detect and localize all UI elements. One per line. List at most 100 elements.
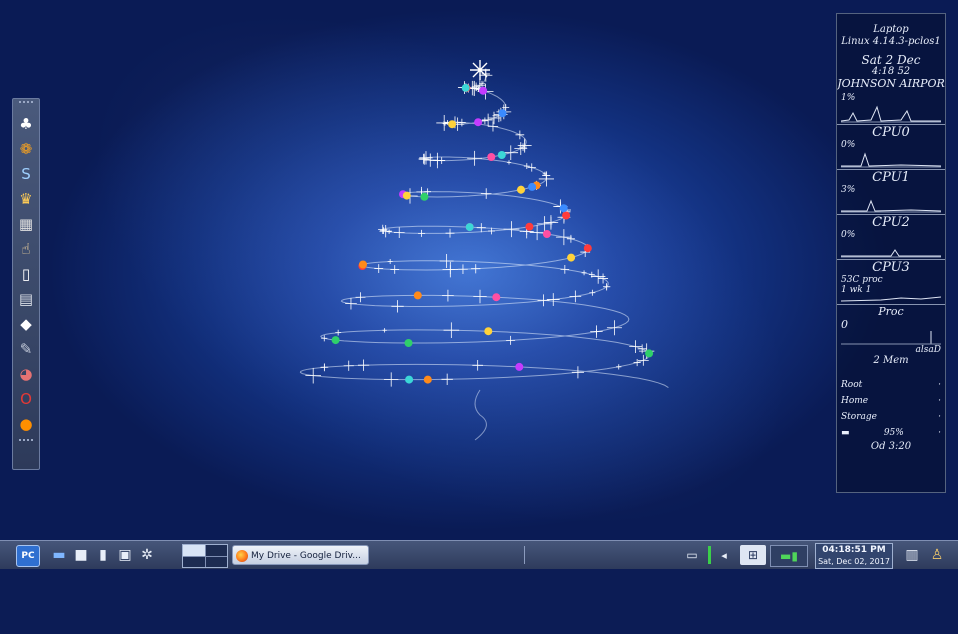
clipboard-icon[interactable]: ▤ — [16, 289, 36, 309]
ornament — [420, 192, 429, 201]
window-icon[interactable]: ▣ — [116, 545, 134, 565]
sparkle — [305, 367, 322, 384]
bomb-app-icon[interactable]: ❁ — [16, 139, 36, 159]
mem-title: Mem — [882, 355, 909, 366]
battery-icon: ▬ — [841, 428, 850, 438]
cpu-total-graph — [841, 105, 941, 123]
application-dock: ♣ ❁ S ♛ ▦ ☝ ▯ ▤ ◆ ✎ ◕ O ● — [12, 98, 40, 470]
sparkle — [616, 364, 622, 370]
k-menu-button[interactable]: PC — [16, 545, 40, 567]
conky-uptime: Od 3:20 — [870, 441, 912, 452]
cpu2-graph — [841, 249, 941, 258]
sparkle — [503, 221, 520, 238]
ornament — [562, 211, 571, 220]
sparkle — [606, 320, 622, 336]
ornament — [645, 349, 654, 358]
cpu2-value: 0% — [841, 230, 856, 240]
terminal-icon[interactable]: ■ — [72, 545, 90, 565]
sparkle — [320, 363, 329, 372]
sparkle — [537, 294, 550, 307]
desktop-pager[interactable] — [182, 544, 228, 568]
sparkle — [442, 261, 459, 278]
sparkle — [503, 145, 519, 160]
sparkle — [598, 273, 609, 284]
ornament — [465, 223, 474, 232]
taskbar: PC ▬ ■ ▮ ▣ ✲ My Drive - Google Driv... ▭ ◂ ⊞… — [0, 540, 958, 569]
cpu1-graph — [841, 199, 941, 213]
sparkle — [357, 359, 370, 371]
inkscape-icon[interactable]: ◆ — [16, 314, 36, 334]
sparkle — [476, 223, 486, 233]
mem-pre: 2 — [873, 355, 880, 366]
cpu3-title: CPU3 — [837, 259, 945, 275]
sparkle — [506, 335, 516, 345]
proc-graph — [841, 331, 941, 345]
taskbar-task-google-drive[interactable]: My Drive - Google Driv... — [232, 545, 369, 565]
sparkle — [441, 120, 447, 126]
sparkle — [555, 229, 572, 246]
clock-date: Sat, Dec 02, 2017 — [818, 557, 890, 566]
sparkle — [571, 366, 584, 379]
sparkle — [487, 111, 501, 125]
sparkle — [441, 373, 453, 386]
disk-home: Home — [841, 396, 869, 406]
sparkle — [384, 372, 399, 387]
sparkle — [467, 150, 483, 166]
sparkle — [515, 130, 525, 140]
skype-icon[interactable]: S — [16, 164, 36, 184]
tree-top-star — [470, 60, 490, 80]
ornament — [525, 222, 534, 231]
package-icon[interactable]: ✲ — [138, 545, 156, 565]
ornament — [542, 230, 551, 238]
paintbrush-icon[interactable]: ✎ — [16, 339, 36, 359]
sparkle — [321, 335, 328, 342]
sparkle — [386, 229, 392, 235]
folder-icon[interactable]: ▬ — [50, 545, 68, 565]
sparkle — [387, 259, 393, 265]
ornament — [413, 291, 422, 300]
sparkle — [480, 188, 492, 199]
taskbar-separator — [524, 546, 525, 564]
conky-kernel: Linux 4.14.3-pclos1 — [841, 36, 941, 47]
cpu1-title: CPU1 — [837, 169, 945, 185]
firefox-icon[interactable]: ● — [16, 414, 36, 434]
sparkle — [523, 163, 530, 170]
dock-grip-bottom[interactable] — [19, 439, 33, 447]
proc-value: 0 — [841, 318, 848, 331]
desktop-wallpaper — [0, 0, 958, 634]
sparkle — [471, 264, 481, 274]
sparkle — [637, 344, 647, 354]
file-icon[interactable]: ▮ — [94, 545, 112, 565]
ornament — [559, 204, 568, 213]
user-icon[interactable]: ♙ — [927, 545, 947, 565]
sparkle — [390, 265, 400, 274]
sparkle — [473, 289, 487, 304]
trash-icon[interactable]: ▥ — [903, 545, 921, 565]
sparkle — [458, 264, 468, 275]
conky-date: Sat 2 Dec — [861, 53, 921, 67]
digital-clock[interactable]: 04:18:51 PM Sat, Dec 02, 2017 — [815, 543, 893, 569]
firefox-icon — [236, 549, 248, 562]
network-tray-icon[interactable]: ⊞ — [740, 545, 766, 565]
hand-icon[interactable]: ☝ — [16, 239, 36, 259]
calendar-icon[interactable]: ▦ — [16, 214, 36, 234]
sparkle — [589, 289, 596, 296]
sparkle — [581, 270, 587, 276]
clubs-icon[interactable]: ♣ — [16, 114, 36, 134]
sparkle — [560, 265, 570, 274]
cpu0-title: CPU0 — [837, 124, 945, 140]
document-icon[interactable]: ▯ — [16, 264, 36, 284]
conky-host: Laptop — [873, 24, 909, 35]
battery-tray-icon[interactable]: ▬▮ — [770, 545, 808, 567]
cpu3-graph — [841, 296, 941, 302]
disk-storage: Storage — [841, 412, 877, 422]
jester-icon[interactable]: ♛ — [16, 189, 36, 209]
speaker-icon[interactable]: ◂ — [716, 545, 732, 565]
dock-grip-top[interactable] — [19, 101, 33, 109]
ornament — [528, 182, 537, 191]
opera-icon[interactable]: O — [16, 389, 36, 409]
ornament — [498, 109, 507, 118]
screen-icon[interactable]: ▭ — [680, 545, 704, 565]
sparkle — [590, 325, 603, 338]
gimp-icon[interactable]: ◕ — [16, 364, 36, 384]
